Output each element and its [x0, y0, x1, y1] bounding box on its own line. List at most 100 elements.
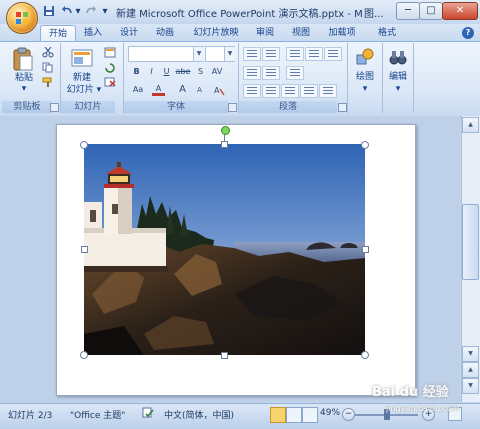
italic-button[interactable]: I: [145, 66, 158, 78]
grow-font-button[interactable]: A: [176, 84, 189, 96]
tab-slideshow[interactable]: 幻灯片放映: [188, 25, 244, 41]
customize-qat-chevron-down-icon[interactable]: ▾: [100, 5, 110, 19]
align-left-button[interactable]: [243, 84, 261, 98]
clipboard-group-label: 剪贴板: [2, 101, 52, 113]
justify-button[interactable]: [300, 84, 318, 98]
theme-name: "Office 主题": [70, 411, 126, 421]
underline-button[interactable]: U: [160, 66, 173, 78]
text-direction-button[interactable]: [243, 66, 261, 80]
zoom-level[interactable]: 49%: [320, 408, 340, 418]
slideshow-view-icon[interactable]: [302, 407, 318, 423]
scroll-up-arrow-icon[interactable]: ▲: [462, 117, 479, 133]
font-name-chevron-down-icon[interactable]: ▼: [193, 47, 204, 61]
drawing-label: 绘图: [355, 72, 374, 82]
align-center-button[interactable]: [262, 84, 280, 98]
tab-design[interactable]: 设计: [114, 25, 144, 41]
maximize-button[interactable]: □: [419, 2, 443, 20]
tab-view[interactable]: 视图: [286, 25, 316, 41]
next-slide-icon[interactable]: ▼: [462, 378, 479, 394]
resize-handle-bottom[interactable]: [221, 352, 228, 359]
new-slide-button[interactable]: [70, 46, 94, 70]
resize-handle-top[interactable]: [221, 141, 228, 148]
close-button[interactable]: ✕: [442, 2, 478, 20]
layout-icon[interactable]: [104, 47, 116, 58]
normal-view-icon[interactable]: [270, 407, 286, 423]
numbering-button[interactable]: [262, 47, 280, 61]
svg-text:A: A: [214, 86, 220, 95]
resize-handle-top-right[interactable]: [361, 141, 369, 149]
font-launcher[interactable]: [228, 103, 237, 112]
paste-label: 粘贴: [14, 73, 33, 83]
paragraph-group-label: 段落: [239, 101, 337, 113]
window-title: 新建 Microsoft Office PowerPoint 演示文稿.pptx…: [116, 9, 362, 20]
tab-insert[interactable]: 插入: [78, 25, 108, 41]
resize-handle-left[interactable]: [81, 246, 88, 253]
font-size-chevron-down-icon[interactable]: ▼: [224, 47, 235, 61]
delete-slide-icon[interactable]: [104, 77, 116, 88]
resize-handle-bottom-right[interactable]: [361, 351, 369, 359]
decrease-indent-button[interactable]: [286, 47, 304, 61]
tab-review[interactable]: 审阅: [250, 25, 280, 41]
language-indicator[interactable]: 中文(简体，中国): [164, 408, 234, 421]
copy-icon[interactable]: [42, 62, 54, 73]
new-slide-label: 新建: [72, 73, 91, 83]
change-case-button[interactable]: Aa: [130, 84, 146, 96]
resize-handle-top-left[interactable]: [80, 141, 88, 149]
binoculars-icon: [389, 51, 407, 65]
office-logo-icon: [16, 12, 28, 24]
drawing-dropdown[interactable]: ▾: [350, 84, 380, 95]
font-color-button[interactable]: A: [152, 84, 165, 96]
minimize-button[interactable]: ─: [396, 2, 420, 20]
align-text-button[interactable]: [262, 66, 280, 80]
char-spacing-button[interactable]: AV: [209, 66, 225, 78]
paragraph-launcher[interactable]: [338, 103, 347, 112]
editing-dropdown[interactable]: ▾: [384, 84, 412, 95]
format-painter-icon[interactable]: [42, 77, 54, 88]
slides-group-label: 幻灯片: [61, 101, 115, 113]
line-spacing-button[interactable]: [324, 47, 342, 61]
cut-icon[interactable]: [42, 46, 54, 58]
tab-format[interactable]: 格式: [372, 25, 402, 41]
new-slide-dropdown[interactable]: 幻灯片 ▾: [62, 85, 106, 96]
increase-indent-button[interactable]: [305, 47, 323, 61]
undo-icon[interactable]: [60, 5, 74, 19]
lighthouse-image: [84, 144, 365, 355]
paste-button[interactable]: [12, 46, 34, 72]
distribute-button[interactable]: [319, 84, 337, 98]
reset-icon[interactable]: [104, 62, 116, 73]
scrollbar-thumb[interactable]: [462, 204, 479, 280]
resize-handle-bottom-left[interactable]: [80, 351, 88, 359]
lighthouse-picture[interactable]: [84, 144, 365, 355]
drawing-button[interactable]: [355, 47, 375, 67]
shadow-button[interactable]: S: [194, 66, 207, 78]
align-right-button[interactable]: [281, 84, 299, 98]
columns-button[interactable]: [286, 66, 304, 80]
resize-handle-right[interactable]: [362, 246, 369, 253]
watermark-url: jingyan.baidu.com: [386, 404, 460, 413]
spell-check-icon[interactable]: [142, 407, 154, 419]
slide-sorter-icon[interactable]: [286, 407, 302, 423]
save-icon[interactable]: [42, 5, 56, 19]
rotate-handle[interactable]: [221, 126, 230, 135]
editing-button[interactable]: [388, 47, 408, 67]
strikethrough-button[interactable]: abe: [175, 66, 191, 78]
clear-format-icon[interactable]: A: [212, 84, 225, 96]
bullets-button[interactable]: [243, 47, 261, 61]
paste-dropdown[interactable]: ▾: [10, 84, 38, 95]
bold-button[interactable]: B: [130, 66, 143, 78]
shrink-font-button[interactable]: A: [193, 84, 206, 96]
slide-indicator: 幻灯片 2/3: [8, 411, 53, 421]
tab-home[interactable]: 开始: [40, 25, 76, 42]
previous-slide-icon[interactable]: ▲: [462, 362, 479, 378]
tab-addins[interactable]: 加载项: [322, 25, 362, 41]
help-icon[interactable]: ?: [462, 27, 474, 39]
shapes-icon: [356, 48, 374, 65]
clipboard-launcher[interactable]: [50, 103, 59, 112]
redo-icon[interactable]: [84, 5, 98, 19]
editing-label: 编辑: [388, 72, 407, 82]
font-group-label: 字体: [124, 101, 228, 113]
scroll-down-arrow-icon[interactable]: ▼: [462, 346, 479, 362]
undo-dropdown[interactable]: ▾: [74, 5, 82, 19]
office-button[interactable]: [6, 2, 38, 34]
tab-animation[interactable]: 动画: [150, 25, 180, 41]
